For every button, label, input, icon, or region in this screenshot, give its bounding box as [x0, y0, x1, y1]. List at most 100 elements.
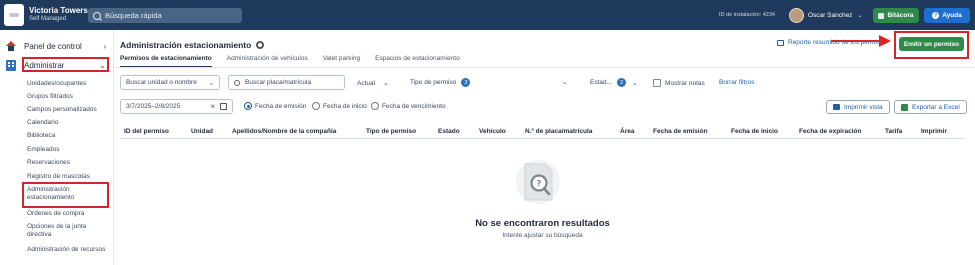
quick-search-input[interactable]: Búsqueda rápida — [88, 8, 242, 23]
app-name: Victoria Towers — [29, 6, 88, 16]
highlight-estacionamiento — [22, 182, 109, 208]
sidebar-item-junta[interactable]: Opciones de la junta directiva — [27, 223, 107, 239]
date-range-value: 3/7/2025–2/8/2025 — [126, 103, 181, 110]
gear-icon[interactable] — [256, 41, 265, 49]
user-name: Oscar Sanchez — [808, 11, 853, 19]
permit-type-count-badge: 3 — [461, 78, 471, 87]
period-value: Actual — [357, 79, 376, 87]
radio-icon — [312, 102, 320, 110]
column-header[interactable]: Apellidos/Nombre de la compañía — [232, 128, 336, 135]
permit-type-label: Tipo de permiso — [410, 79, 457, 86]
sidebar-item-empleados[interactable]: Empleados — [27, 146, 60, 154]
installation-id: ID de instalación: 4234 — [719, 12, 775, 18]
plate-search-placeholder: Buscar placa/matrícula — [245, 79, 312, 86]
bitacora-label: Bitácora — [887, 12, 914, 19]
chevron-right-icon: › — [103, 41, 106, 51]
sidebar-item-mascotas[interactable]: Registro de mascotas — [27, 173, 90, 181]
column-header[interactable]: Tarifa — [885, 128, 902, 135]
user-menu[interactable]: Oscar Sanchez ⌄ — [789, 7, 862, 23]
excel-icon — [901, 103, 908, 111]
sidebar-item-label: Panel de control — [24, 41, 82, 51]
column-header[interactable]: Estado — [438, 128, 460, 135]
logbook-icon — [878, 12, 885, 19]
radio-fecha-inicio[interactable]: Fecha de inicio — [312, 102, 367, 110]
highlight-administrar — [22, 57, 109, 72]
radio-label: Fecha de emisión — [255, 102, 307, 110]
sidebar-item-ordenes[interactable]: Órdenes de compra — [27, 210, 84, 218]
search-icon — [234, 79, 240, 86]
radio-fecha-emision[interactable]: Fecha de emisión — [244, 102, 306, 110]
chevron-down-icon: ⌄ — [562, 79, 568, 86]
page-title: Administración estacionamiento — [120, 40, 265, 50]
radio-icon — [244, 102, 252, 110]
sidebar-item-biblioteca[interactable]: Biblioteca — [27, 132, 55, 140]
sidebar-item-reservaciones[interactable]: Reservaciones — [27, 159, 70, 167]
sidebar-item-panel[interactable]: Panel de control › — [6, 39, 112, 53]
period-select[interactable]: Actual ⌄ — [357, 79, 389, 88]
radio-fecha-vencimiento[interactable]: Fecha de vencimiento — [371, 102, 446, 110]
unit-name-select[interactable]: Buscar unidad o nombre ⌄ — [120, 75, 220, 90]
print-view-button[interactable]: Imprimir vista — [826, 100, 890, 114]
unit-select-value: Buscar unidad o nombre — [126, 79, 197, 86]
clear-icon[interactable]: × — [210, 102, 215, 111]
permit-type-select[interactable]: Tipo de permiso 3 — [410, 78, 471, 87]
building-icon — [6, 59, 16, 71]
tabs-divider — [115, 67, 975, 68]
help-icon: ? — [932, 12, 940, 19]
sidebar-item-grupos[interactable]: Grupos filtrados — [27, 93, 73, 101]
plate-search-input[interactable]: Buscar placa/matrícula — [228, 75, 345, 90]
top-bar: Victoria Towers Self Managed Búsqueda rá… — [0, 0, 975, 30]
avatar — [789, 7, 804, 23]
radio-label: Fecha de vencimiento — [382, 102, 446, 110]
printer-icon — [833, 104, 840, 110]
house-icon — [6, 41, 16, 51]
empty-state-title: No se encontraron resultados — [475, 218, 610, 229]
chevron-down-icon: ⌄ — [857, 12, 863, 19]
radio-label: Fecha de inicio — [323, 102, 367, 110]
radio-icon — [371, 102, 379, 110]
sidebar-item-calendario[interactable]: Calendario — [27, 119, 58, 127]
date-range-input[interactable]: 3/7/2025–2/8/2025 × — [120, 99, 233, 114]
brand[interactable]: Victoria Towers Self Managed — [4, 4, 99, 26]
empty-document-search-icon: ? — [516, 160, 560, 204]
clear-filters-link[interactable]: Borrar filtros — [719, 79, 754, 86]
page-title-text: Administración estacionamiento — [120, 40, 252, 50]
print-button-label: Imprimir vista — [844, 103, 883, 111]
checkbox-icon — [653, 79, 661, 87]
chevron-down-icon: ⌄ — [383, 80, 389, 87]
column-header[interactable]: Área — [620, 128, 634, 135]
column-header[interactable]: Imprimir — [921, 128, 947, 135]
sidebar-item-unidades[interactable]: Unidades/ocupantes — [27, 80, 86, 88]
column-header[interactable]: Fecha de emisión — [653, 128, 708, 135]
export-button-label: Exportar a Excel — [912, 103, 960, 111]
help-button[interactable]: ? Ayuda — [924, 8, 970, 23]
calendar-icon[interactable] — [220, 103, 227, 110]
empty-state-subtitle: Intente ajustar su búsqueda — [502, 232, 583, 239]
column-header[interactable]: Tipo de permiso — [366, 128, 416, 135]
truck-icon — [777, 39, 784, 46]
column-header[interactable]: Fecha de inicio — [731, 128, 778, 135]
column-header[interactable]: Vehículo — [479, 128, 506, 135]
bitacora-button[interactable]: Bitácora — [873, 8, 919, 23]
column-header[interactable]: ID del permiso — [124, 128, 169, 135]
show-notes-label: Mostrar notas — [665, 79, 705, 87]
export-excel-button[interactable]: Exportar a Excel — [894, 100, 967, 114]
logo-icon — [4, 4, 24, 26]
search-placeholder: Búsqueda rápida — [105, 11, 162, 20]
app-subtitle: Self Managed — [29, 16, 67, 23]
sidebar-item-campos[interactable]: Campos personalizados — [27, 106, 97, 114]
column-header[interactable]: Unidad — [191, 128, 213, 135]
svg-text:?: ? — [537, 179, 542, 188]
status-label: Estad... — [590, 79, 613, 86]
column-header[interactable]: N.º de placa/matrícula — [525, 128, 592, 135]
column-header[interactable]: Fecha de expiración — [799, 128, 862, 135]
status-select[interactable]: Estad... 2 ⌄ — [590, 78, 638, 87]
help-label: Ayuda — [942, 12, 962, 19]
show-notes-checkbox[interactable]: Mostrar notas — [653, 79, 705, 87]
chevron-down-icon: ⌄ — [208, 79, 214, 87]
search-icon — [93, 11, 101, 20]
chevron-down-icon: ⌄ — [632, 79, 638, 87]
permit-type-chevron[interactable]: ⌄ — [562, 78, 567, 86]
sidebar-item-recursos[interactable]: Administración de recursos — [27, 246, 107, 254]
emit-permit-button[interactable]: Emitir un permiso — [899, 37, 964, 51]
